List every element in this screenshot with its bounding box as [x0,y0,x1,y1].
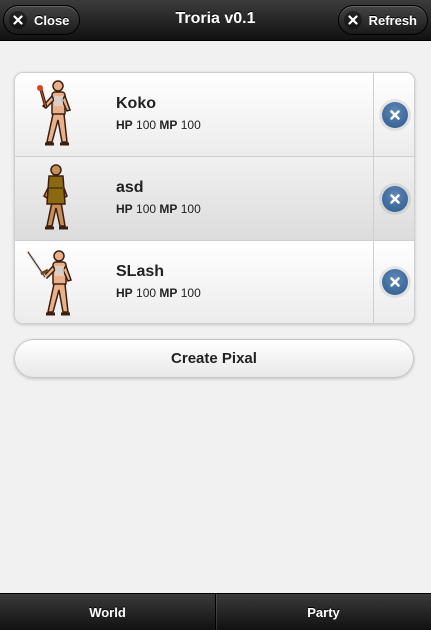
mp-value: 100 [180,118,201,132]
character-item[interactable]: asd HP 100 MP 100 [15,157,414,241]
tab-world[interactable]: World [0,594,215,630]
delete-button[interactable] [373,157,414,240]
tab-party[interactable]: Party [215,594,431,630]
delete-icon [382,269,408,295]
mp-value: 100 [180,202,201,216]
character-name: asd [116,179,144,196]
create-pixal-button[interactable]: Create Pixal [14,339,414,378]
mp-label: MP [159,118,178,132]
delete-icon [382,101,408,128]
header-bar: Troria v0.1 Close Refresh [0,0,431,41]
character-name: SLash [116,263,165,280]
character-stats: HP 100 MP 100 [116,118,201,132]
tab-bar: World Party [0,593,431,630]
delete-icon [382,185,408,212]
close-button-label: Close [34,12,70,28]
refresh-button[interactable]: Refresh [337,5,428,35]
close-icon [9,11,27,29]
character-item[interactable]: Koko HP 100 MP 100 [15,73,414,157]
hp-value: 100 [136,118,157,132]
character-item[interactable]: SLash HP 100 MP 100 [15,241,414,323]
main-content: Koko HP 100 MP 100 asd HP 100 MP 100 SLa… [0,41,431,593]
character-list: Koko HP 100 MP 100 asd HP 100 MP 100 SLa… [14,72,415,324]
hp-label: HP [116,118,133,132]
warrior-sword-sprite [26,250,72,316]
close-button[interactable]: Close [3,5,81,35]
mp-label: MP [159,286,178,300]
character-stats: HP 100 MP 100 [116,202,201,216]
warrior-tunic-sprite [43,164,68,230]
hp-value: 100 [136,202,157,216]
refresh-x-icon [343,11,362,29]
delete-button[interactable] [373,73,414,156]
character-stats: HP 100 MP 100 [116,286,201,300]
hp-label: HP [116,202,133,216]
delete-button[interactable] [373,241,414,323]
mp-label: MP [159,202,178,216]
mp-value: 100 [180,286,201,300]
hp-value: 100 [136,286,157,300]
hp-label: HP [116,286,133,300]
warrior-torch-sprite [37,80,71,146]
character-name: Koko [116,95,156,112]
refresh-button-label: Refresh [368,12,417,28]
